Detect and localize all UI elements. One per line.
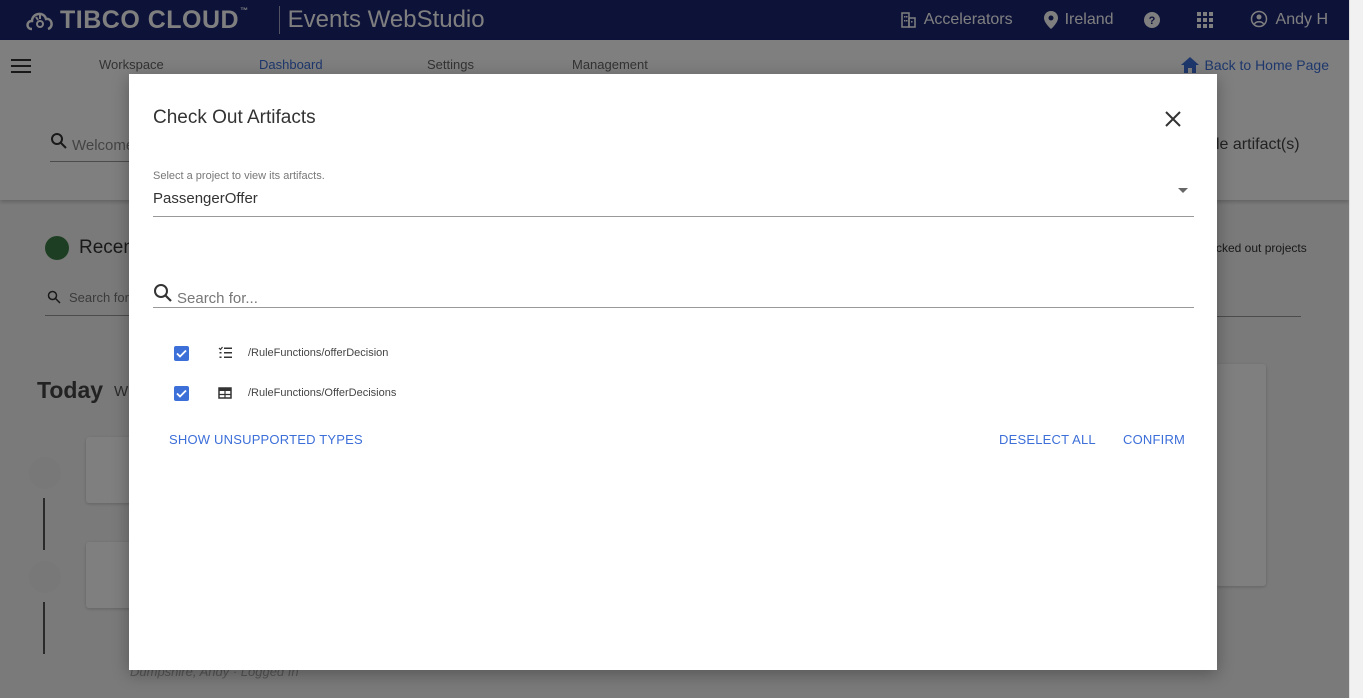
artifact-row[interactable]: /RuleFunctions/offerDecision bbox=[174, 343, 388, 363]
dialog-title: Check Out Artifacts bbox=[153, 107, 316, 128]
project-select-label: Select a project to view its artifacts. bbox=[153, 170, 325, 182]
checkmark-icon bbox=[176, 389, 187, 398]
project-select-value: PassengerOffer bbox=[153, 190, 258, 207]
artifact-checkbox[interactable] bbox=[174, 385, 189, 401]
decision-table-icon bbox=[218, 387, 232, 399]
deselect-all-button[interactable]: DESELECT ALL bbox=[999, 432, 1096, 447]
close-icon[interactable] bbox=[1163, 109, 1183, 129]
chevron-down-icon bbox=[1178, 188, 1188, 193]
confirm-button[interactable]: CONFIRM bbox=[1123, 432, 1185, 447]
checkmark-icon bbox=[176, 349, 187, 358]
artifact-search-input[interactable] bbox=[177, 290, 1177, 307]
artifact-row[interactable]: /RuleFunctions/OfferDecisions bbox=[174, 383, 396, 403]
artifact-path: /RuleFunctions/OfferDecisions bbox=[248, 387, 397, 399]
artifact-checkbox[interactable] bbox=[174, 345, 189, 361]
artifact-search bbox=[153, 274, 1194, 308]
rule-function-icon bbox=[218, 346, 232, 358]
page-scrollbar[interactable] bbox=[1349, 0, 1363, 698]
project-select[interactable]: Select a project to view its artifacts. … bbox=[153, 170, 1194, 217]
artifact-path: /RuleFunctions/offerDecision bbox=[248, 347, 389, 359]
show-unsupported-types-button[interactable]: SHOW UNSUPPORTED TYPES bbox=[169, 432, 363, 447]
check-out-artifacts-dialog: Check Out Artifacts Select a project to … bbox=[129, 74, 1217, 670]
search-icon bbox=[154, 283, 172, 302]
